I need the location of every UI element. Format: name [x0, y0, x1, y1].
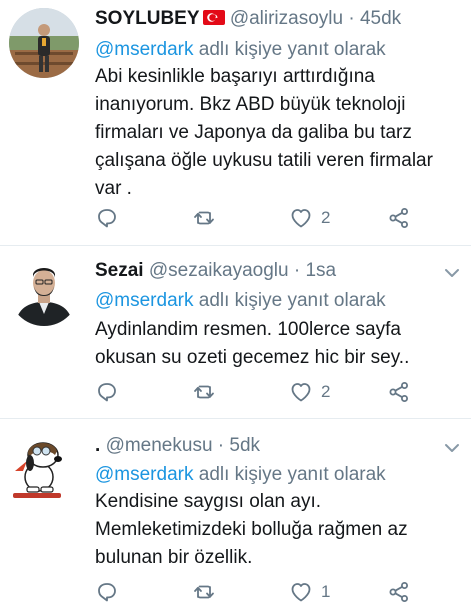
- retweet-button[interactable]: [192, 206, 216, 230]
- retweet-icon: [194, 211, 214, 225]
- tweet-text: Kendisine saygısı olan ayı. Memleketimiz…: [95, 488, 465, 572]
- reply-text: adlı kişiye yanıt olarak: [193, 290, 386, 311]
- reply-context: @mserdark adlı kişiye yanıt olarak: [95, 39, 386, 61]
- tweet-1[interactable]: SOYLUBEY @alirizasoylu · 45dk @mserdark …: [0, 0, 471, 245]
- timestamp[interactable]: 5dk: [229, 435, 260, 456]
- share-icon: [389, 382, 408, 402]
- tweet-header: Sezai @sezaikayaoglu · 1sa: [95, 260, 336, 282]
- share-icon: [389, 582, 408, 602]
- retweet-icon: [194, 385, 214, 399]
- timestamp[interactable]: 1sa: [305, 260, 336, 281]
- reply-button[interactable]: [95, 380, 119, 404]
- reply-button[interactable]: [95, 206, 119, 230]
- retweet-button[interactable]: [192, 580, 216, 604]
- chevron-down-icon[interactable]: [441, 437, 463, 459]
- tweet-actions: 1: [95, 580, 425, 604]
- mention-link[interactable]: @mserdark: [95, 290, 193, 311]
- tweet-text: Abi kesinlikle başarıyı arttırdığına ina…: [95, 63, 465, 203]
- tweet-3[interactable]: . @menekusu · 5dk @mserdark adlı kişiye …: [0, 419, 471, 602]
- like-button[interactable]: 1: [289, 580, 330, 604]
- retweet-icon: [194, 585, 214, 599]
- reply-text: adlı kişiye yanıt olarak: [193, 464, 386, 485]
- share-button[interactable]: [387, 206, 411, 230]
- text-line: Memleketimizdeki bolluğa rağmen az: [95, 519, 408, 540]
- like-button[interactable]: 2: [289, 380, 330, 404]
- tweet-text: Aydinlandim resmen. 100lerce sayfa okusa…: [95, 316, 465, 372]
- avatar[interactable]: [9, 256, 79, 326]
- text-line: Aydinlandim resmen. 100lerce sayfa: [95, 319, 401, 340]
- avatar[interactable]: [9, 8, 79, 78]
- mention-link[interactable]: @mserdark: [95, 464, 193, 485]
- text-line: firmaları ve Japonya da galiba bu tarz: [95, 122, 412, 143]
- retweet-button[interactable]: [192, 380, 216, 404]
- share-button[interactable]: [387, 380, 411, 404]
- text-line: Abi kesinlikle başarıyı arttırdığına: [95, 66, 375, 87]
- tweet-actions: 2: [95, 380, 425, 404]
- tweet-actions: 2: [95, 206, 425, 230]
- text-line: Kendisine saygısı olan ayı.: [95, 491, 322, 512]
- text-line: okusan su ozeti gecemez hic bir sey..: [95, 347, 410, 368]
- text-line: inanıyorum. Bkz ABD büyük teknoloji: [95, 94, 406, 115]
- display-name[interactable]: SOYLUBEY: [95, 8, 200, 29]
- separator: ·: [348, 8, 355, 29]
- reply-context: @mserdark adlı kişiye yanıt olarak: [95, 464, 386, 486]
- heart-icon: [291, 583, 311, 602]
- timestamp[interactable]: 45dk: [360, 8, 401, 29]
- reply-context: @mserdark adlı kişiye yanıt olarak: [95, 290, 386, 312]
- avatar[interactable]: [9, 431, 79, 501]
- like-count: 1: [321, 582, 331, 601]
- text-line: var .: [95, 178, 132, 199]
- display-name[interactable]: .: [95, 435, 100, 456]
- tweet-header: . @menekusu · 5dk: [95, 435, 260, 457]
- reply-text: adlı kişiye yanıt olarak: [193, 39, 386, 60]
- tweet-header: SOYLUBEY @alirizasoylu · 45dk: [95, 8, 401, 30]
- like-count: 2: [321, 208, 331, 227]
- separator: ·: [217, 435, 225, 456]
- share-button[interactable]: [387, 580, 411, 604]
- reply-icon: [98, 583, 116, 602]
- reply-button[interactable]: [95, 580, 119, 604]
- like-button[interactable]: 2: [289, 206, 330, 230]
- display-name[interactable]: Sezai: [95, 260, 144, 281]
- user-handle[interactable]: @menekusu: [106, 435, 213, 456]
- heart-icon: [291, 209, 311, 228]
- user-handle[interactable]: @alirizasoylu: [230, 8, 343, 29]
- mention-link[interactable]: @mserdark: [95, 39, 193, 60]
- reply-icon: [98, 383, 116, 402]
- separator: ·: [293, 260, 301, 281]
- text-line: çalışana öğle uykusu tatili veren firmal…: [95, 150, 433, 171]
- like-count: 2: [321, 382, 331, 401]
- user-handle[interactable]: @sezaikayaoglu: [149, 260, 289, 281]
- turkey-flag-icon: [202, 10, 225, 25]
- tweet-2[interactable]: Sezai @sezaikayaoglu · 1sa @mserdark adl…: [0, 246, 471, 418]
- reply-icon: [98, 209, 116, 228]
- chevron-down-icon[interactable]: [441, 262, 463, 284]
- heart-icon: [291, 383, 311, 402]
- text-line: bulunan bir özellik.: [95, 547, 253, 568]
- share-icon: [389, 208, 408, 228]
